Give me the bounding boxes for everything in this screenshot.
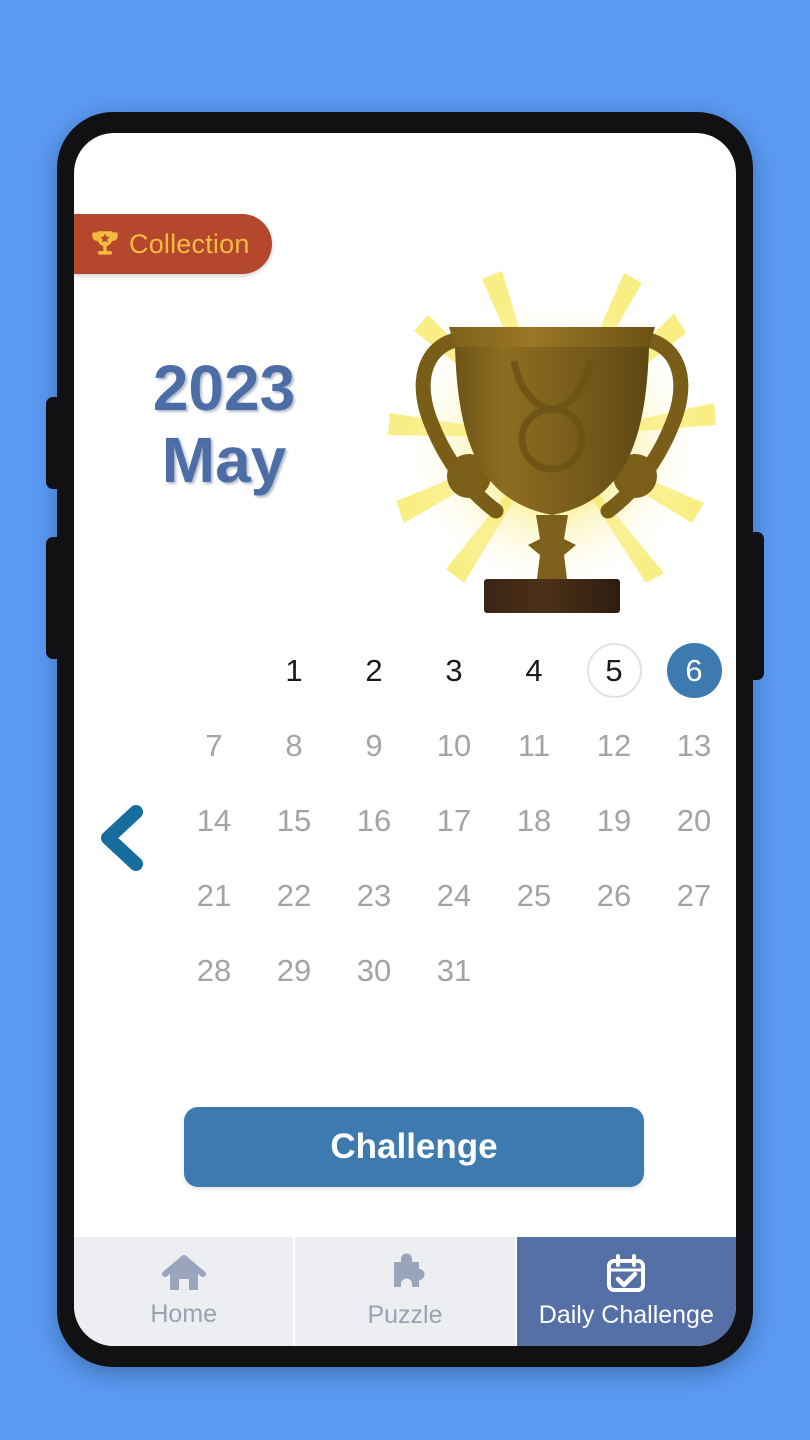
calendar-day-8: 8 [254,718,334,773]
calendar-day-label: 6 [666,643,722,698]
chevron-left-icon [101,805,143,871]
calendar-day-14: 14 [174,793,254,848]
calendar-day-31: 31 [414,943,494,998]
power-button[interactable] [751,532,764,680]
collection-label: Collection [129,228,250,259]
calendar-day-label: 20 [676,802,712,838]
calendar-day-16: 16 [334,793,414,848]
calendar-day-4[interactable]: 4 [494,643,574,698]
calendar-day-25: 25 [494,868,574,923]
calendar-day-label: 17 [436,802,472,838]
calendar-day-label: 13 [676,727,712,763]
calendar-day-label: 1 [285,652,303,688]
volume-down-button[interactable] [46,537,59,659]
calendar-day-22: 22 [254,868,334,923]
calendar-day-17: 17 [414,793,494,848]
calendar-day-label: 16 [356,802,392,838]
calendar-day-23: 23 [334,868,414,923]
calendar-day-2[interactable]: 2 [334,643,414,698]
phone-screen: Collection 2023 May 1 2 3 4 5 6 7 8 9 10… [74,133,736,1346]
calendar-day-label: 29 [276,952,312,988]
collection-badge[interactable]: Collection [74,214,272,274]
calendar-day-label: 21 [196,877,232,913]
nav-tab-daily-challenge[interactable]: Daily Challenge [516,1237,736,1346]
calendar-day-label: 3 [445,652,463,688]
calendar-day-27: 27 [654,868,734,923]
calendar-day-28: 28 [174,943,254,998]
calendar-check-icon [604,1253,648,1295]
nav-label-puzzle: Puzzle [367,1301,443,1329]
calendar-grid[interactable]: 1 2 3 4 5 6 7 8 9 10 11 12 13 14 15 16 17 18 19 20 21 22 23 24 2… [174,643,734,998]
calendar-day-6[interactable]: 6 [654,643,734,698]
house-icon [161,1254,207,1294]
calendar-day-29: 29 [254,943,334,998]
calendar-day-label: 30 [356,952,392,988]
calendar-day-label: 5 [586,643,642,698]
calendar-day-26: 26 [574,868,654,923]
calendar-day-30: 30 [334,943,414,998]
calendar-day-20: 20 [654,793,734,848]
calendar-day-15: 15 [254,793,334,848]
calendar-day-19: 19 [574,793,654,848]
calendar-day-label: 28 [196,952,232,988]
month-label: May [161,423,287,496]
calendar-day-label: 4 [525,652,543,688]
calendar-day-11: 11 [494,718,574,773]
year-label: 2023 [152,352,296,424]
calendar-day-18: 18 [494,793,574,848]
calendar-day-label: 31 [436,952,472,988]
calendar-day-label: 19 [596,802,632,838]
calendar-day-label: 2 [365,652,383,688]
nav-label-home: Home [150,1300,217,1328]
page-title: 2023 May [74,352,374,496]
prev-month-button[interactable] [92,798,152,878]
calendar-day-13: 13 [654,718,734,773]
phone-frame: Collection 2023 May 1 2 3 4 5 6 7 8 9 10… [46,112,764,1367]
calendar-day-label: 8 [285,727,303,763]
calendar-day-label: 26 [596,877,632,913]
calendar-day-label: 23 [356,877,392,913]
calendar-day-label: 12 [596,727,632,763]
calendar-day-label: 7 [205,727,223,763]
calendar-day-label: 11 [517,727,551,763]
calendar-day-label: 14 [196,802,232,838]
calendar-day-1[interactable]: 1 [254,643,334,698]
nav-tab-puzzle[interactable]: Puzzle [295,1237,517,1346]
calendar-day-label: 27 [676,877,712,913]
calendar-day-5[interactable]: 5 [574,643,654,698]
calendar-day-label: 22 [276,877,312,913]
calendar-day-9: 9 [334,718,414,773]
volume-up-button[interactable] [46,397,59,489]
puzzle-piece-icon [383,1253,427,1295]
calendar-day-24: 24 [414,868,494,923]
calendar-day-label: 9 [365,727,383,763]
calendar-day-label: 25 [516,877,552,913]
bottom-nav: Home Puzzle Daily Challenge [74,1237,736,1346]
calendar-day-21: 21 [174,868,254,923]
calendar-day-label: 15 [276,802,312,838]
trophy-illustration [374,243,734,633]
calendar-day-3[interactable]: 3 [414,643,494,698]
calendar-day-label: 10 [436,727,472,763]
nav-label-daily-challenge: Daily Challenge [538,1301,714,1329]
calendar-day-10: 10 [414,718,494,773]
calendar-day-7: 7 [174,718,254,773]
calendar-day-label: 24 [436,877,472,913]
calendar-day-label: 18 [516,802,552,838]
trophy-icon [88,227,122,261]
nav-tab-home[interactable]: Home [74,1237,296,1346]
calendar-day-12: 12 [574,718,654,773]
challenge-button[interactable]: Challenge [184,1107,644,1187]
